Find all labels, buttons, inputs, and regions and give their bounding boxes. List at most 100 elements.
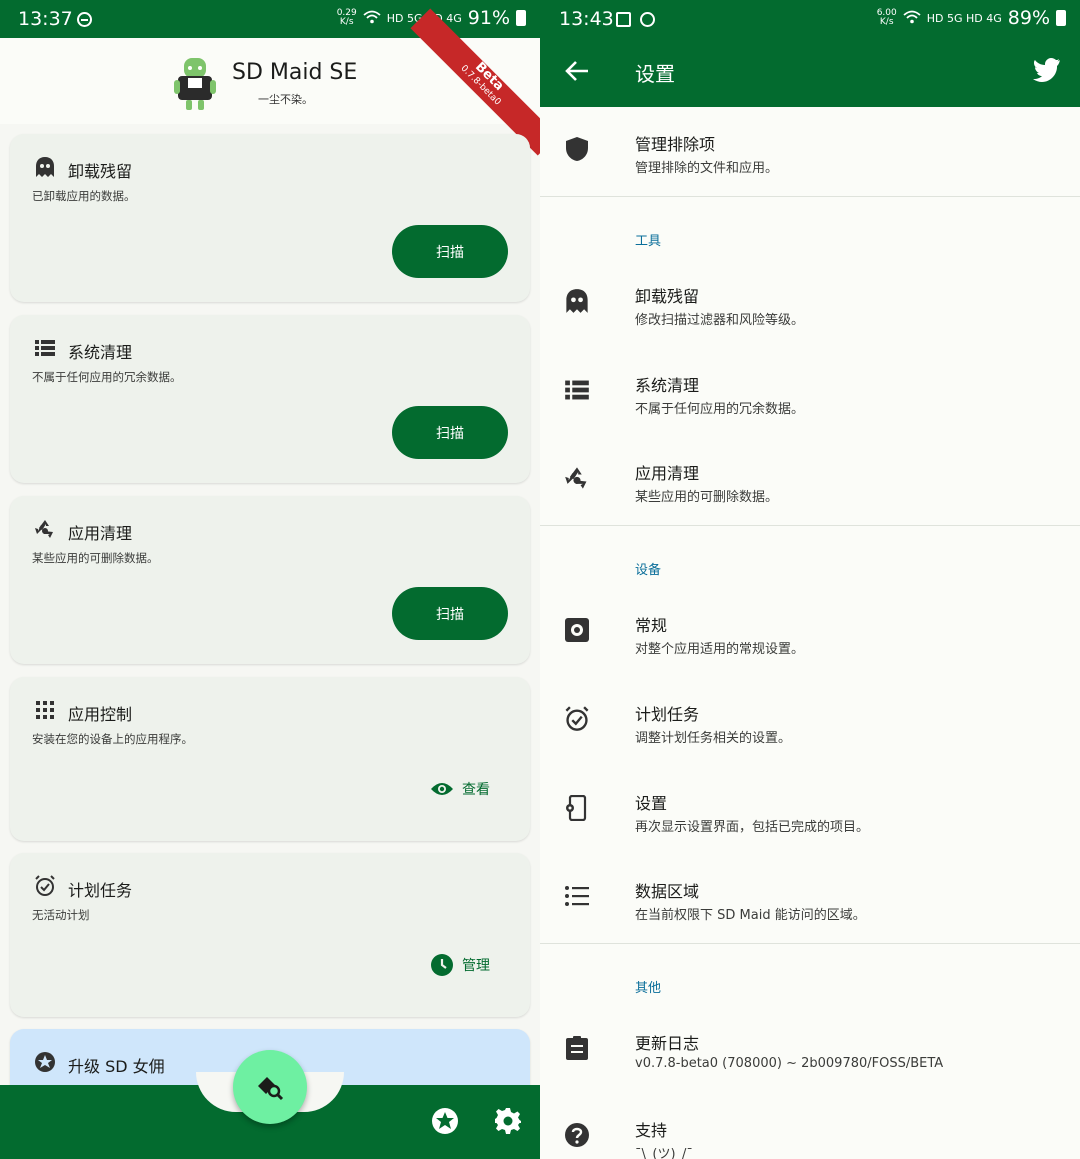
row-title: 管理排除项: [635, 135, 716, 154]
scan-button[interactable]: 扫描: [392, 406, 508, 459]
row-desc: 对整个应用适用的常规设置。: [635, 642, 805, 657]
settings-row-support[interactable]: 支持 ¯\_(ツ)_/¯: [540, 1093, 1080, 1159]
settings-row-general[interactable]: 常规 对整个应用适用的常规设置。: [540, 588, 1080, 676]
card-scheduler: 计划任务 无活动计划 管理: [10, 853, 530, 1017]
section-header-other: 其他: [635, 981, 662, 996]
card-desc: 已卸载应用的数据。: [32, 189, 136, 203]
settings-row-system-cleaner[interactable]: 系统清理 不属于任何应用的冗余数据。: [540, 348, 1080, 436]
page-title: 设置: [635, 62, 675, 86]
card-title: 卸载残留: [68, 162, 133, 181]
shield-icon: [566, 137, 588, 161]
apps-grid-icon: [36, 701, 54, 719]
row-title: 数据区域: [635, 882, 700, 901]
scan-button[interactable]: 扫描: [392, 225, 508, 278]
recycle-icon: [35, 520, 53, 538]
net-speed: 0.29 K/s: [336, 8, 357, 27]
broom-search-icon: [258, 1077, 284, 1101]
list-icon: [565, 380, 589, 400]
row-title: 系统清理: [635, 376, 700, 395]
card-title: 应用控制: [68, 705, 133, 724]
status-bar: 13:37 0.29K/s HD 5G HD 4G 91%: [0, 0, 540, 38]
network-labels: HD 5G HD 4G: [926, 11, 1002, 25]
status-time: 13:37: [18, 8, 73, 30]
clipboard-list-icon: [566, 1036, 588, 1060]
image-notification-icon: [616, 12, 631, 27]
app-title: SD Maid SE: [232, 60, 358, 85]
manage-label: 管理: [462, 958, 490, 974]
app-header: SD Maid SE 一尘不染。 Beta 0.7.8-beta0: [0, 8, 540, 156]
settings-row-setup[interactable]: 设置 再次显示设置界面，包括已完成的项目。: [540, 766, 1080, 854]
row-desc: 在当前权限下 SD Maid 能访问的区域。: [635, 908, 866, 923]
battery-percent: 89%: [1007, 7, 1050, 29]
row-desc: 某些应用的可删除数据。: [635, 490, 779, 505]
divider: [540, 943, 1080, 944]
status-bar: 13:43 6.00 K/s HD 5G HD 4G 89%: [540, 0, 1080, 38]
twitter-icon[interactable]: [1032, 56, 1062, 84]
dnd-icon: [77, 12, 92, 27]
battery-icon: [516, 10, 526, 26]
row-desc: 调整计划任务相关的设置。: [635, 731, 792, 746]
battery-icon: [1056, 10, 1066, 26]
row-desc: 修改扫描过滤器和风险等级。: [635, 313, 805, 328]
divider: [540, 525, 1080, 526]
app-tagline: 一尘不染。: [258, 93, 313, 106]
section-header-tools: 工具: [635, 234, 662, 249]
settings-row-app-cleaner[interactable]: 应用清理 某些应用的可删除数据。: [540, 436, 1080, 524]
settings-box-icon: [565, 618, 589, 642]
wifi-icon: [903, 10, 921, 27]
scan-button[interactable]: 扫描: [392, 587, 508, 640]
row-title: 应用清理: [635, 464, 700, 483]
settings-gear-icon[interactable]: [494, 1107, 522, 1135]
bullet-list-icon: [565, 886, 589, 906]
top-app-bar: 设置: [540, 38, 1080, 107]
card-desc: 安装在您的设备上的应用程序。: [32, 732, 193, 746]
view-label: 查看: [462, 782, 490, 798]
manage-button[interactable]: 管理: [430, 953, 490, 977]
card-app-control: 应用控制 安装在您的设备上的应用程序。 查看: [10, 677, 530, 841]
settings-row-changelog[interactable]: 更新日志 v0.7.8-beta0 (708000) ~ 2b009780/FO…: [540, 1006, 1080, 1094]
card-app-cleaner: 应用清理 某些应用的可删除数据。 扫描: [10, 496, 530, 664]
section-header-device: 设备: [635, 563, 662, 578]
card-title: 计划任务: [68, 881, 133, 900]
clock-icon: [431, 954, 453, 976]
help-circle-icon: [565, 1123, 589, 1147]
card-desc: 无活动计划: [32, 908, 90, 922]
row-title: 支持: [635, 1121, 668, 1140]
settings-row-data-areas[interactable]: 数据区域 在当前权限下 SD Maid 能访问的区域。: [540, 854, 1080, 942]
row-desc: ¯\_(ツ)_/¯: [635, 1147, 693, 1159]
recycle-icon: [565, 467, 587, 489]
list-icon: [35, 340, 55, 356]
row-title: 设置: [635, 794, 668, 813]
alarm-check-icon: [565, 706, 589, 731]
row-desc: 管理排除的文件和应用。: [635, 161, 779, 176]
card-desc: 某些应用的可删除数据。: [32, 551, 159, 565]
row-title: 更新日志: [635, 1034, 700, 1053]
wifi-icon: [363, 10, 381, 27]
view-button[interactable]: 查看: [430, 779, 490, 799]
row-title: 常规: [635, 616, 668, 635]
card-title: 升级 SD 女佣: [68, 1057, 165, 1076]
status-time: 13:43: [559, 8, 614, 30]
row-desc: v0.7.8-beta0 (708000) ~ 2b009780/FOSS/BE…: [635, 1056, 944, 1071]
sd-maid-logo-icon: [174, 58, 216, 110]
card-title: 应用清理: [68, 524, 133, 543]
ghost-icon: [36, 157, 54, 177]
settings-screen: 13:43 6.00 K/s HD 5G HD 4G 89% 设置 管理排除项 管…: [540, 0, 1080, 1159]
net-speed: 6.00 K/s: [876, 8, 897, 27]
card-desc: 不属于任何应用的冗余数据。: [32, 370, 182, 384]
upgrade-star-icon[interactable]: [431, 1107, 459, 1135]
dashboard-screen: 13:37 0.29K/s HD 5G HD 4G 91%: [0, 0, 540, 1159]
row-desc: 再次显示设置界面，包括已完成的项目。: [635, 820, 870, 835]
card-title: 系统清理: [68, 343, 133, 362]
settings-row-exclusions[interactable]: 管理排除项 管理排除的文件和应用。: [540, 107, 1080, 195]
alarm-check-icon: [35, 875, 55, 896]
row-title: 卸载残留: [635, 287, 700, 306]
scan-all-fab[interactable]: [233, 1050, 307, 1124]
row-title: 计划任务: [635, 705, 700, 724]
settings-row-corpse-finder[interactable]: 卸载残留 修改扫描过滤器和风险等级。: [540, 259, 1080, 347]
star-badge-icon: [35, 1052, 55, 1072]
back-arrow-icon[interactable]: [564, 58, 590, 84]
ghost-icon: [566, 289, 588, 313]
phone-settings-icon: [566, 795, 587, 821]
settings-row-scheduler[interactable]: 计划任务 调整计划任务相关的设置。: [540, 677, 1080, 765]
